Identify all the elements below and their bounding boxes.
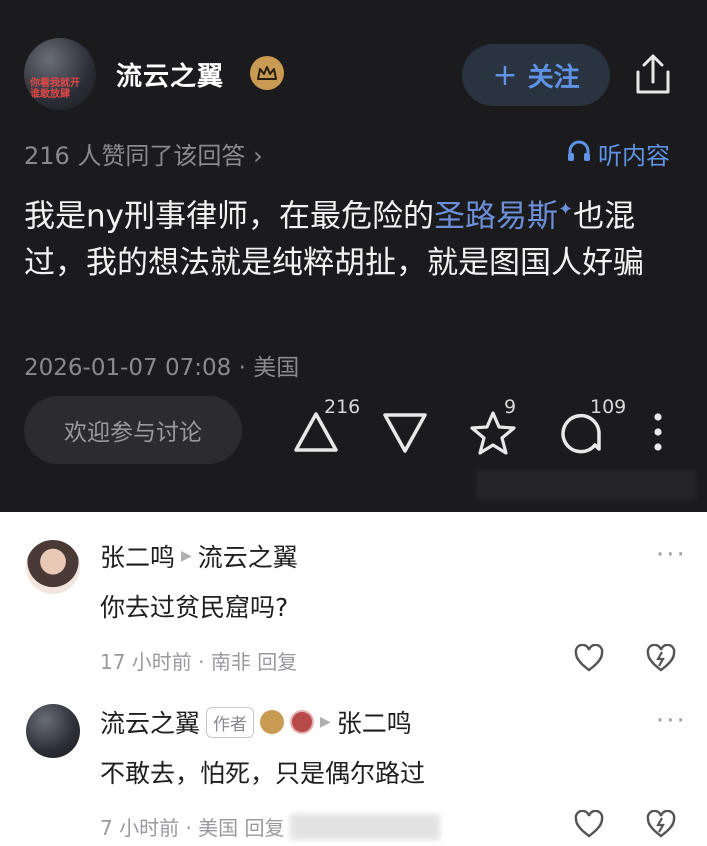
comment-count: 109 xyxy=(590,396,627,418)
reply-user[interactable]: 流云之翼 xyxy=(100,704,200,740)
crown-badge-small-icon xyxy=(260,710,285,734)
answer-meta: 2026-01-07 07:08 · 美国 xyxy=(24,355,300,381)
answer-part-1: 我是ny刑事律师，在最危险的 xyxy=(24,198,434,235)
comment-meta[interactable]: 17 小时前 · 南非 回复 xyxy=(100,646,297,675)
discuss-input[interactable]: 欢迎参与讨论 xyxy=(24,396,242,464)
watermark-blur xyxy=(476,470,696,500)
follow-label: 关注 xyxy=(527,62,580,93)
bottom-blur xyxy=(290,814,440,840)
more-vertical-icon[interactable] xyxy=(646,410,670,454)
reply-header: 流云之翼 作者 ▶ 张二鸣 xyxy=(100,704,412,740)
crown-badge-icon xyxy=(250,56,284,90)
comment-header: 张二鸣 ▶ 流云之翼 xyxy=(100,538,298,574)
reply-arrow-icon: ▶ xyxy=(181,548,192,564)
author-reply-avatar[interactable] xyxy=(26,704,80,758)
topic-link[interactable]: 圣路易斯 xyxy=(434,198,558,234)
author-avatar[interactable]: 你看我就开 谁敢放肆 xyxy=(24,38,96,110)
headphones-icon xyxy=(566,139,592,169)
listen-button[interactable]: 听内容 xyxy=(566,136,670,171)
author-name[interactable]: 流云之翼 xyxy=(116,56,224,93)
reply-arrow-icon: ▶ xyxy=(320,714,331,730)
author-badge: 作者 xyxy=(206,706,255,738)
comment-user[interactable]: 张二鸣 xyxy=(100,538,175,574)
plus-icon: + xyxy=(492,57,518,93)
reply-reply-to[interactable]: 张二鸣 xyxy=(337,704,412,740)
share-icon[interactable] xyxy=(630,50,676,100)
upvote-count: 216 xyxy=(324,396,361,418)
spark-icon: ✦ xyxy=(558,199,574,220)
reply-more-icon[interactable]: ··· xyxy=(656,706,687,736)
likes-summary[interactable]: 216 人赞同了该回答 › xyxy=(24,136,263,171)
dislike-heart-icon[interactable] xyxy=(646,643,676,676)
dislike-heart-icon[interactable] xyxy=(646,809,676,842)
reply-meta[interactable]: 7 小时前 · 美国 回复 xyxy=(100,812,285,841)
answer-text: 我是ny刑事律师，在最危险的圣路易斯✦也混过，我的想法就是纯粹胡扯，就是图国人好… xyxy=(24,186,684,287)
commenter-avatar[interactable] xyxy=(26,540,80,594)
heart-icon[interactable] xyxy=(574,809,604,842)
listen-label: 听内容 xyxy=(598,142,670,170)
downvote-icon[interactable] xyxy=(380,410,430,456)
heart-icon[interactable] xyxy=(574,643,604,676)
comment-text: 你去过贫民窟吗? xyxy=(100,593,289,622)
comment-reply-to[interactable]: 流云之翼 xyxy=(198,538,298,574)
follow-button[interactable]: + 关注 xyxy=(462,44,610,106)
comment-more-icon[interactable]: ··· xyxy=(656,540,687,570)
record-badge-icon xyxy=(290,710,315,734)
avatar-caption: 你看我就开 谁敢放肆 xyxy=(30,78,80,100)
star-count: 9 xyxy=(504,396,517,418)
reply-text: 不敢去，怕死，只是偶尔路过 xyxy=(100,759,426,788)
